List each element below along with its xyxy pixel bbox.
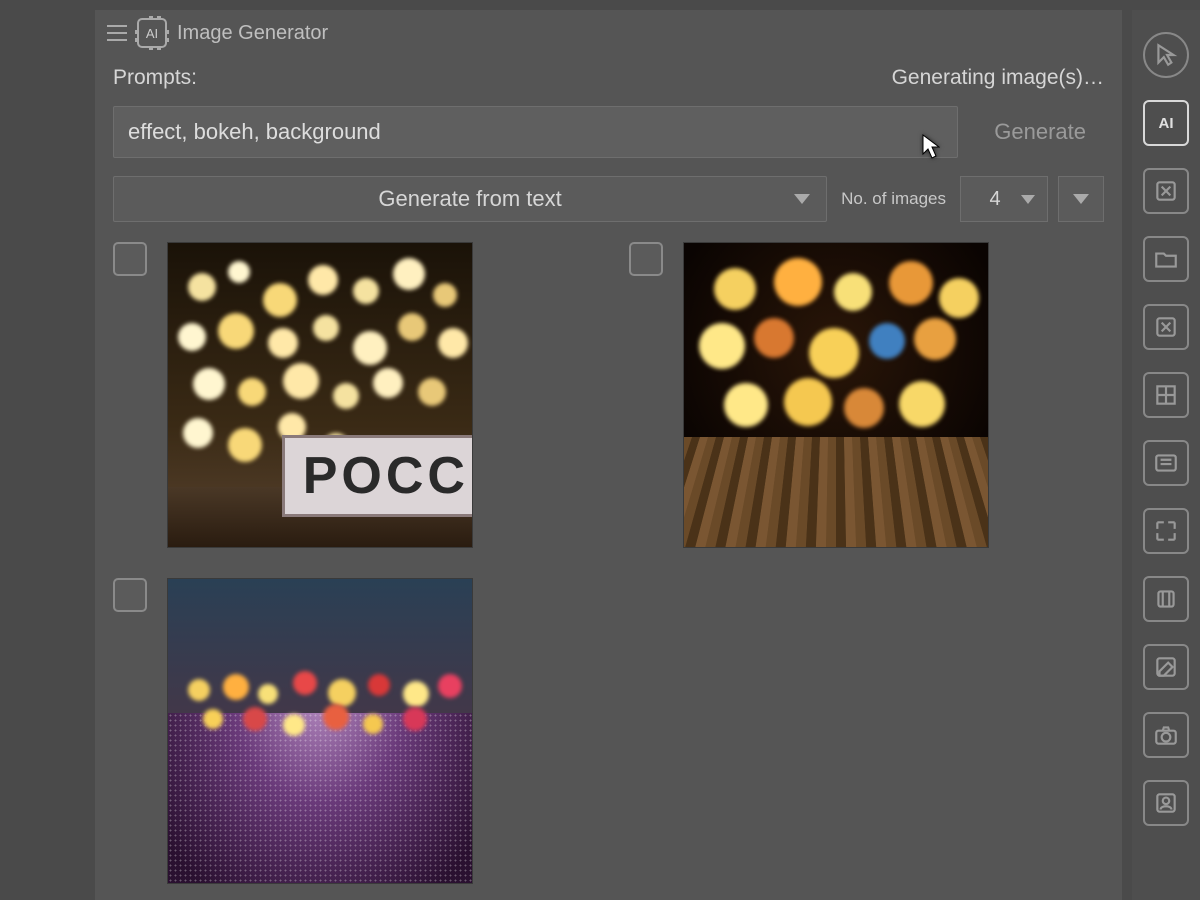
generation-mode-select[interactable]: Generate from text — [113, 176, 827, 222]
num-images-select[interactable]: 4 — [960, 176, 1048, 222]
chevron-down-icon — [1021, 195, 1035, 204]
close-layer-tool[interactable] — [1143, 168, 1189, 214]
result-item: POCC — [113, 242, 589, 548]
edit-square-tool[interactable] — [1143, 644, 1189, 690]
camera-tool[interactable] — [1143, 712, 1189, 758]
results-grid: POCC — [95, 236, 1122, 890]
menu-icon[interactable] — [107, 25, 127, 41]
result-checkbox[interactable] — [629, 242, 663, 276]
grid-tool[interactable] — [1143, 372, 1189, 418]
more-options-button[interactable] — [1058, 176, 1104, 222]
ai-generator-tool[interactable]: AI — [1143, 100, 1189, 146]
gallery-tool[interactable] — [1143, 440, 1189, 486]
ai-chip-icon: AI — [137, 18, 167, 48]
generate-button[interactable]: Generate — [976, 119, 1104, 145]
image-generator-panel: AI Image Generator Prompts: Generating i… — [95, 10, 1122, 900]
expand-tool[interactable] — [1143, 508, 1189, 554]
library-tool[interactable] — [1143, 576, 1189, 622]
num-images-label: No. of images — [837, 189, 950, 209]
num-images-value: 4 — [989, 188, 1000, 211]
result-checkbox[interactable] — [113, 242, 147, 276]
panel-title: Image Generator — [177, 22, 328, 45]
titlebar: AI Image Generator — [95, 10, 1122, 56]
chevron-down-icon — [794, 194, 810, 204]
folder-tool[interactable] — [1143, 236, 1189, 282]
result-thumbnail[interactable] — [683, 242, 989, 548]
thumbnail-overlay-text: POCC — [282, 435, 473, 517]
right-sidebar: AI — [1132, 10, 1200, 900]
ai-icon-label: AI — [1159, 115, 1174, 132]
prompt-input[interactable] — [113, 106, 958, 158]
result-thumbnail[interactable]: POCC — [167, 242, 473, 548]
result-thumbnail[interactable] — [167, 578, 473, 884]
delete-box-tool[interactable] — [1143, 304, 1189, 350]
mouse-cursor — [922, 134, 940, 160]
prompts-label: Prompts: — [113, 66, 197, 90]
result-checkbox[interactable] — [113, 578, 147, 612]
prompts-row: Prompts: Generating image(s)… — [95, 56, 1122, 96]
pointer-tool[interactable] — [1143, 32, 1189, 78]
result-item — [113, 578, 589, 884]
result-item — [629, 242, 1105, 548]
chevron-down-icon — [1073, 194, 1089, 204]
generating-status: Generating image(s)… — [892, 66, 1104, 90]
generation-mode-label: Generate from text — [378, 186, 561, 212]
person-tool[interactable] — [1143, 780, 1189, 826]
